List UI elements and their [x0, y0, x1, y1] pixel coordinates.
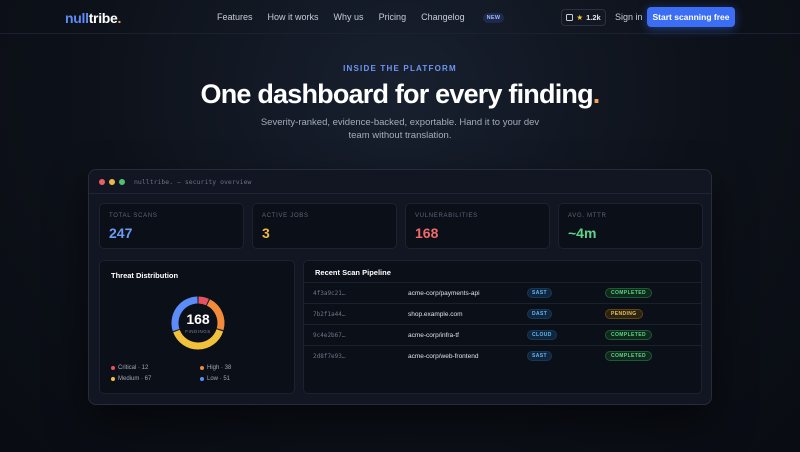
scan-target: acme-corp/infra-tf: [408, 332, 459, 339]
legend-low: Low · 51: [200, 376, 230, 382]
donut-total-label: FINDINGS: [185, 329, 211, 334]
threat-distribution-panel: Threat Distribution 168 FINDINGS Critica…: [99, 260, 295, 394]
sign-in-link[interactable]: Sign in: [615, 12, 643, 22]
table-row[interactable]: 4f3a9c21… acme-corp/payments-api SAST COMPL…: [304, 282, 701, 303]
nav-link-pricing[interactable]: Pricing: [379, 12, 407, 23]
stat-label: ACTIVE JOBS: [262, 213, 309, 219]
nav-link-how-it-works[interactable]: How it works: [268, 12, 319, 23]
scan-pipeline-title: Recent Scan Pipeline: [315, 268, 391, 277]
nav-link-changelog[interactable]: Changelog NEW: [421, 12, 519, 23]
scan-type-badge: CLOUD: [527, 330, 557, 340]
scan-status-badge: COMPLETED: [605, 351, 652, 361]
window-title: nulltribe. — security overview: [134, 178, 252, 186]
legend-medium: Medium · 67: [111, 376, 151, 382]
logo-part-null: null: [65, 10, 89, 26]
legend-label: Critical · 12: [118, 365, 149, 371]
stat-label: VULNERABILITIES: [415, 213, 478, 219]
stat-value: 247: [109, 225, 133, 241]
stat-label: AVG. MTTR: [568, 213, 607, 219]
donut-total: 168: [186, 311, 210, 327]
stat-card-active-jobs: ACTIVE JOBS 3: [252, 203, 397, 249]
top-nav: nulltribe. Features How it works Why us …: [0, 0, 800, 34]
table-row[interactable]: 9c4e2b67… acme-corp/infra-tf CLOUD COMPLETE…: [304, 324, 701, 345]
window-maximize-dot: [119, 179, 125, 185]
legend-swatch: [111, 366, 115, 370]
donut-slice-0: [198, 296, 209, 306]
start-scanning-button[interactable]: Start scanning free: [647, 7, 735, 27]
donut-slice-1: [206, 299, 225, 331]
window-titlebar: nulltribe. — security overview: [89, 170, 711, 194]
threat-donut-chart: 168 FINDINGS: [171, 296, 225, 350]
nav-link-changelog-label: Changelog: [421, 12, 465, 22]
scan-status-badge: PENDING: [605, 309, 643, 319]
github-stars-count: 1.2k: [586, 13, 601, 22]
scan-target: acme-corp/payments-api: [408, 290, 480, 297]
scan-type-badge: SAST: [527, 351, 552, 361]
new-badge: NEW: [482, 13, 505, 23]
stat-card-total-scans: TOTAL SCANS 247: [99, 203, 244, 249]
stat-value: ~4m: [568, 225, 597, 241]
hero-headline: One dashboard for every finding.: [0, 79, 800, 110]
nav-link-why-us[interactable]: Why us: [334, 12, 364, 23]
scan-target: acme-corp/web-frontend: [408, 353, 479, 360]
scan-type-badge: SAST: [527, 288, 552, 298]
legend-label: High · 38: [207, 365, 232, 371]
nav-link-features[interactable]: Features: [217, 12, 253, 23]
hero-headline-text: One dashboard for every finding: [200, 79, 594, 109]
legend-high: High · 38: [200, 365, 231, 371]
legend-swatch: [200, 377, 204, 381]
scan-target: shop.example.com: [408, 311, 463, 318]
logo-part-tribe: tribe: [88, 10, 118, 26]
legend-label: Medium · 67: [118, 376, 152, 382]
hero-subtitle: Severity-ranked, evidence-backed, export…: [260, 117, 540, 141]
stat-value: 3: [262, 225, 270, 241]
github-stars-button[interactable]: ★ 1.2k: [561, 9, 606, 26]
scan-id: 4f3a9c21…: [313, 290, 346, 297]
scan-id: 2d8f7e93…: [313, 353, 346, 360]
legend-critical: Critical · 12: [111, 365, 148, 371]
star-icon: ★: [576, 13, 584, 22]
logo[interactable]: nulltribe.: [65, 10, 121, 26]
hero-eyebrow: INSIDE THE PLATFORM: [343, 64, 457, 73]
stat-card-avg-mttr: AVG. MTTR ~4m: [558, 203, 703, 249]
dashboard-window: nulltribe. — security overview TOTAL SCA…: [88, 169, 712, 405]
legend-label: Low · 51: [207, 376, 231, 382]
table-row[interactable]: 2d8f7e93… acme-corp/web-frontend SAST COMPL…: [304, 345, 701, 366]
scan-id: 7b2f1a44…: [313, 311, 346, 318]
table-row[interactable]: 7b2f1a44… shop.example.com DAST PENDING: [304, 303, 701, 324]
github-icon: [566, 14, 574, 21]
scan-type-badge: DAST: [527, 309, 553, 319]
stat-value: 168: [415, 225, 439, 241]
scan-id: 9c4e2b67…: [313, 332, 346, 339]
stat-label: TOTAL SCANS: [109, 213, 158, 219]
scan-status-badge: COMPLETED: [605, 288, 652, 298]
hero-headline-dot: .: [592, 79, 600, 109]
scan-status-badge: COMPLETED: [605, 330, 652, 340]
legend-swatch: [200, 366, 204, 370]
nav-links: Features How it works Why us Pricing Cha…: [217, 12, 534, 23]
window-minimize-dot: [109, 179, 115, 185]
logo-dot: .: [117, 10, 122, 26]
stat-card-vulnerabilities: VULNERABILITIES 168: [405, 203, 550, 249]
window-close-dot: [99, 179, 105, 185]
scan-pipeline-panel: Recent Scan Pipeline 4f3a9c21… acme-corp/…: [303, 260, 702, 394]
legend-swatch: [111, 377, 115, 381]
